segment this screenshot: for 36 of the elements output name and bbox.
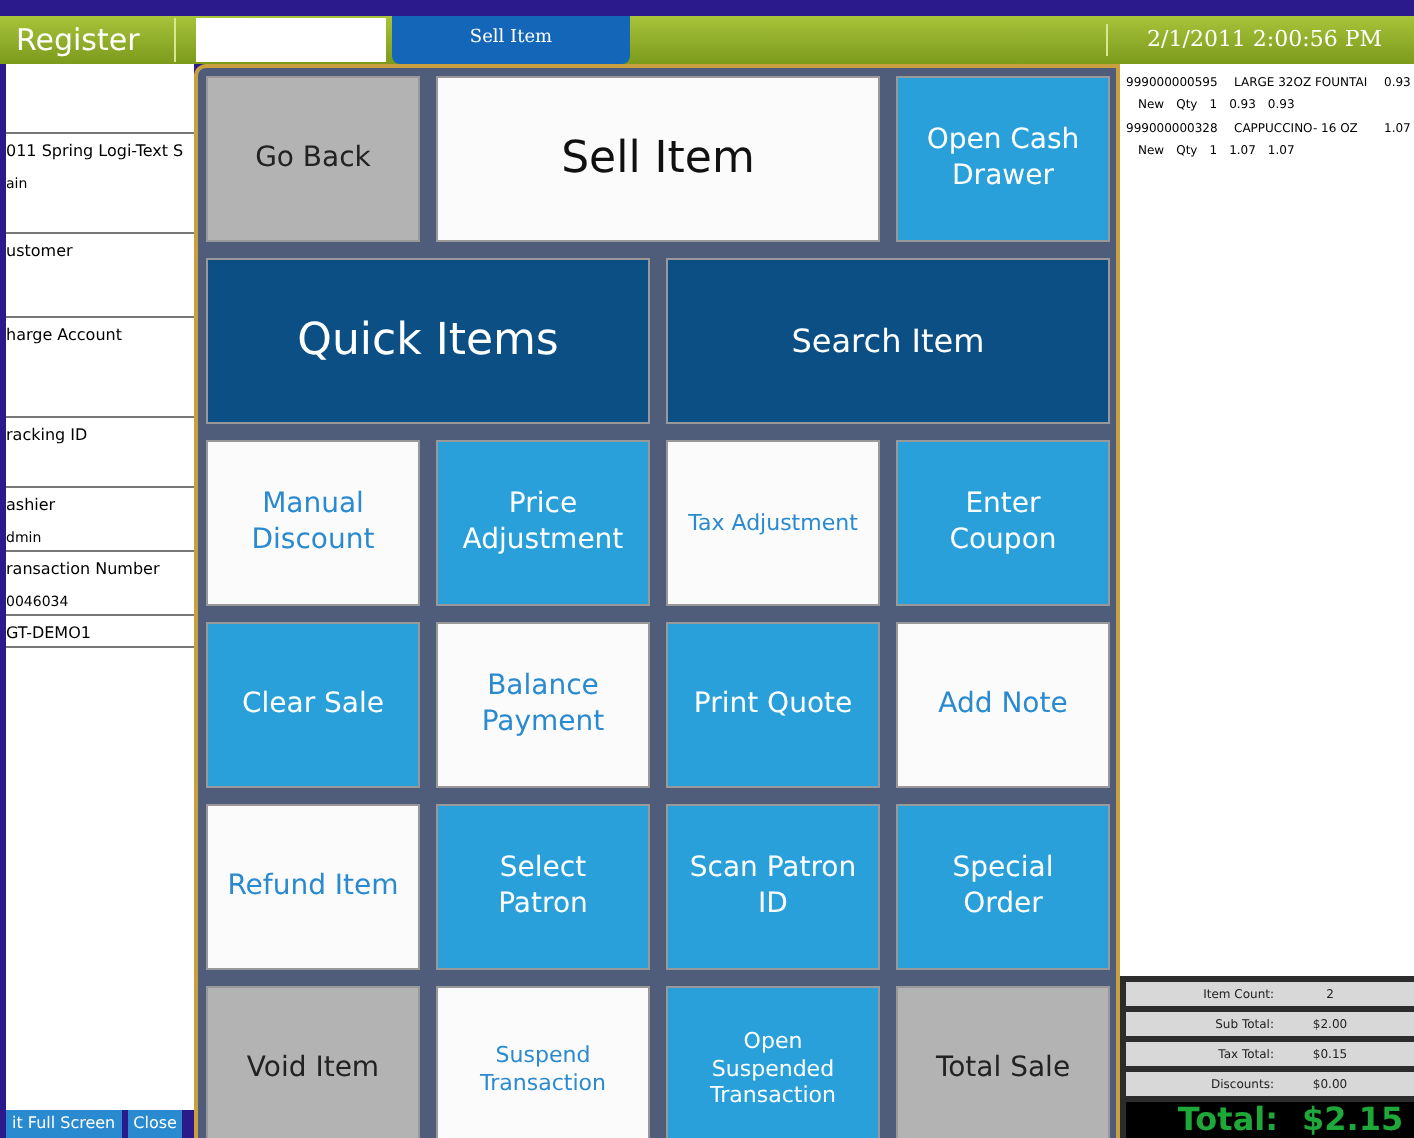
action-tile[interactable]: Clear Sale bbox=[206, 622, 420, 788]
search-field[interactable] bbox=[196, 18, 386, 62]
action-tile[interactable]: Open Cash Drawer bbox=[896, 76, 1110, 242]
action-tile[interactable]: Special Order bbox=[896, 804, 1110, 970]
action-tile[interactable]: Sell Item bbox=[436, 76, 880, 242]
action-tile[interactable]: Add Note bbox=[896, 622, 1110, 788]
action-tile[interactable]: Refund Item bbox=[206, 804, 420, 970]
action-tile[interactable]: Select Patron bbox=[436, 804, 650, 970]
close-button[interactable]: Close bbox=[127, 1110, 183, 1138]
field-label: 011 Spring Logi-Text S bbox=[6, 140, 186, 164]
full-screen-button[interactable]: it Full Screen bbox=[6, 1110, 122, 1138]
field-label: ransaction Number bbox=[6, 558, 162, 582]
grand-total-value: $2.15 bbox=[1300, 1098, 1404, 1138]
action-tile[interactable]: Quick Items bbox=[206, 258, 650, 424]
field-label: harge Account bbox=[6, 324, 124, 348]
action-tile[interactable]: Search Item bbox=[666, 258, 1110, 424]
action-tile[interactable]: Void Item bbox=[206, 986, 420, 1138]
action-tile[interactable]: Suspend Transaction bbox=[436, 986, 650, 1138]
action-tile[interactable]: Balance Payment bbox=[436, 622, 650, 788]
sell-item-tab[interactable]: Sell Item bbox=[392, 16, 630, 64]
action-tile[interactable]: Go Back bbox=[206, 76, 420, 242]
action-tile[interactable]: Scan Patron ID bbox=[666, 804, 880, 970]
field-label: GT-DEMO1 bbox=[6, 622, 93, 646]
grand-total-label: Total: bbox=[1175, 1098, 1280, 1138]
datetime-label: 2/1/2011 2:00:56 PM bbox=[1105, 23, 1414, 57]
field-label: ashier bbox=[6, 494, 58, 518]
action-tile[interactable]: Enter Coupon bbox=[896, 440, 1110, 606]
action-tile[interactable]: Manual Discount bbox=[206, 440, 420, 606]
action-tile[interactable]: Tax Adjustment bbox=[666, 440, 880, 606]
action-tile[interactable]: Print Quote bbox=[666, 622, 880, 788]
field-label: ustomer bbox=[6, 240, 75, 264]
field-label: racking ID bbox=[6, 424, 90, 448]
action-tile[interactable]: Price Adjustment bbox=[436, 440, 650, 606]
action-tile[interactable]: Total Sale bbox=[896, 986, 1110, 1138]
action-tile[interactable]: Open Suspended Transaction bbox=[666, 986, 880, 1138]
app-title: Register bbox=[16, 17, 176, 63]
